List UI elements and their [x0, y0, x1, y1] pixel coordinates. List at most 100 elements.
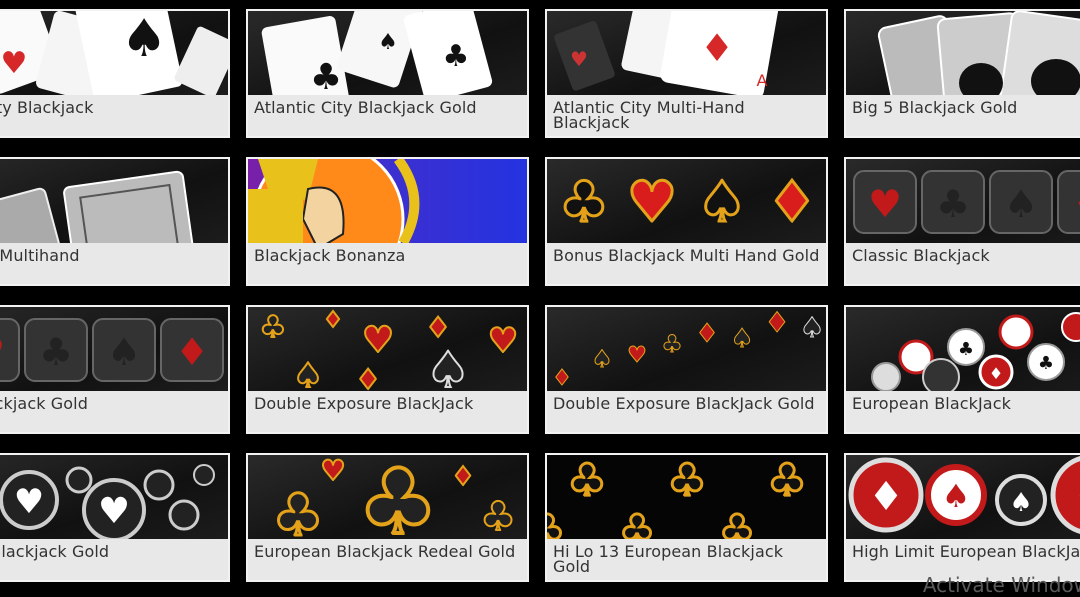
- game-tile[interactable]: Big 5 Blackjack Gold: [844, 9, 1080, 138]
- game-tile[interactable]: ♣ ♠ ♣ Atlantic City Blackjack Gold: [246, 9, 529, 138]
- game-title[interactable]: Classic Blackjack: [852, 248, 1080, 264]
- svg-text:♣: ♣: [310, 57, 342, 95]
- svg-text:♦: ♦: [989, 364, 1003, 383]
- game-title[interactable]: Double Exposure BlackJack: [254, 396, 523, 412]
- game-tile[interactable]: ♣ ♣ ♦ European BlackJack: [844, 305, 1080, 434]
- svg-text:♥: ♥: [362, 320, 394, 361]
- game-tile[interactable]: ♥ ♣ ♠ ♦ Classic Blackjack: [844, 157, 1080, 286]
- svg-text:♣: ♣: [39, 330, 73, 374]
- svg-text:♠: ♠: [121, 11, 168, 69]
- svg-text:♦: ♦: [323, 308, 343, 333]
- svg-text:♠: ♠: [107, 330, 141, 374]
- game-title[interactable]: Bonus Blackjack Multi Hand Gold: [553, 248, 822, 264]
- game-title[interactable]: Hi Lo 13 European Blackjack Gold: [553, 544, 822, 575]
- game-tile[interactable]: ♦ ♠ ♠ ♦ High Limit European BlackJack: [844, 453, 1080, 582]
- svg-text:♦: ♦: [1072, 182, 1080, 226]
- game-tile[interactable]: ♥ ♥ ean Blackjack Gold: [0, 453, 230, 582]
- svg-text:♥: ♥: [570, 47, 588, 71]
- svg-text:♠: ♠: [591, 345, 613, 373]
- svg-text:♠: ♠: [730, 324, 753, 354]
- game-tile[interactable]: ack - Multihand: [0, 157, 230, 286]
- game-title[interactable]: ack - Multihand: [0, 248, 224, 264]
- game-thumbnail: ♣ ♥ ♠ ♦: [547, 159, 826, 243]
- game-thumbnail: ♥ ♥: [0, 455, 228, 539]
- svg-text:♥: ♥: [320, 455, 345, 487]
- svg-text:♣: ♣: [661, 330, 683, 358]
- svg-text:A: A: [757, 71, 768, 90]
- svg-text:♥: ♥: [14, 482, 44, 522]
- svg-text:♦: ♦: [355, 363, 380, 391]
- game-title[interactable]: High Limit European BlackJack: [852, 544, 1080, 560]
- svg-text:♥: ♥: [1, 46, 28, 81]
- svg-text:♦: ♦: [868, 474, 904, 520]
- game-tile[interactable]: ♥ ♦ A Atlantic City Multi-Hand Blackjack: [545, 9, 828, 138]
- svg-text:♣: ♣: [619, 507, 655, 539]
- game-thumbnail: ♥ ♣ ♠ ♦: [0, 307, 228, 391]
- game-title[interactable]: tic City Blackjack: [0, 100, 224, 116]
- svg-text:♦: ♦: [695, 319, 718, 349]
- game-thumbnail: [248, 159, 527, 243]
- game-tile[interactable]: Blackjack Bonanza: [246, 157, 529, 286]
- game-tile[interactable]: ♥ ♠ tic City Blackjack: [0, 9, 230, 138]
- svg-text:♠: ♠: [799, 311, 824, 344]
- game-title[interactable]: ean Blackjack Gold: [0, 544, 224, 560]
- svg-text:♠: ♠: [378, 30, 398, 55]
- game-title[interactable]: European Blackjack Redeal Gold: [254, 544, 523, 560]
- svg-text:♦: ♦: [175, 330, 209, 374]
- svg-text:♦: ♦: [1073, 474, 1080, 520]
- game-thumbnail: ♣ ♥ ♣ ♦ ♣: [248, 455, 527, 539]
- game-title[interactable]: Blackjack Bonanza: [254, 248, 523, 264]
- svg-text:♥: ♥: [868, 182, 902, 226]
- svg-text:♣: ♣: [767, 455, 806, 506]
- game-grid: ♥ ♠ tic City Blackjack ♣ ♠ ♣ Atlantic Ci…: [0, 0, 1080, 591]
- svg-text:♥: ♥: [627, 170, 677, 235]
- svg-text:♣: ♣: [480, 494, 516, 539]
- svg-text:♣: ♣: [272, 481, 324, 539]
- game-thumbnail: ♣ ♦ ♥ ♦ ♠ ♥ ♠ ♦: [248, 307, 527, 391]
- svg-text:♣: ♣: [667, 455, 706, 506]
- svg-text:♣: ♣: [358, 455, 439, 539]
- svg-text:♦: ♦: [700, 26, 734, 70]
- game-tile[interactable]: ♥ ♣ ♠ ♦ c Blackjack Gold: [0, 305, 230, 434]
- svg-text:♦: ♦: [451, 462, 474, 492]
- svg-text:♣: ♣: [559, 170, 609, 235]
- game-title[interactable]: c Blackjack Gold: [0, 396, 224, 412]
- game-thumbnail: ♥ ♦ A: [547, 11, 826, 95]
- svg-text:♥: ♥: [98, 491, 130, 532]
- svg-text:♠: ♠: [697, 170, 747, 235]
- game-title[interactable]: Big 5 Blackjack Gold: [852, 100, 1080, 116]
- game-tile[interactable]: ♣ ♣ ♣ ♣ ♣ ♣ Hi Lo 13 European Blackjack …: [545, 453, 828, 582]
- svg-text:♠: ♠: [942, 477, 971, 515]
- game-thumbnail: ♦ ♠ ♠ ♦: [846, 455, 1080, 539]
- svg-text:♦: ♦: [425, 311, 450, 344]
- svg-text:♣: ♣: [719, 507, 755, 539]
- game-title[interactable]: Atlantic City Multi-Hand Blackjack: [553, 100, 822, 131]
- game-thumbnail: ♥ ♣ ♠ ♦: [846, 159, 1080, 243]
- game-thumbnail: [846, 11, 1080, 95]
- game-tile[interactable]: ♣ ♥ ♠ ♦ Bonus Blackjack Multi Hand Gold: [545, 157, 828, 286]
- game-title[interactable]: European BlackJack: [852, 396, 1080, 412]
- game-thumbnail: ♣ ♣ ♦: [846, 307, 1080, 391]
- svg-text:♠: ♠: [1009, 488, 1032, 518]
- game-title[interactable]: Atlantic City Blackjack Gold: [254, 100, 523, 116]
- svg-text:♣: ♣: [936, 182, 970, 226]
- svg-text:♥: ♥: [488, 321, 518, 361]
- svg-text:♣: ♣: [1038, 353, 1054, 374]
- svg-text:♠: ♠: [426, 341, 471, 391]
- game-tile[interactable]: ♣ ♦ ♥ ♦ ♠ ♥ ♠ ♦ Double Exposure BlackJac…: [246, 305, 529, 434]
- game-thumbnail: ♣ ♠ ♣: [248, 11, 527, 95]
- svg-text:♦: ♦: [552, 366, 572, 391]
- svg-text:♥: ♥: [0, 330, 5, 374]
- game-thumbnail: ♥ ♠: [0, 11, 228, 95]
- svg-text:♦: ♦: [764, 307, 789, 339]
- svg-text:♠: ♠: [1004, 182, 1038, 226]
- game-title[interactable]: Double Exposure BlackJack Gold: [553, 396, 822, 412]
- game-tile[interactable]: ♦ ♠ ♥ ♣ ♦ ♠ ♦ ♠ Double Exposure BlackJac…: [545, 305, 828, 434]
- svg-text:♣: ♣: [260, 310, 287, 345]
- svg-text:♣: ♣: [547, 507, 565, 539]
- game-tile[interactable]: ♣ ♥ ♣ ♦ ♣ European Blackjack Redeal Gold: [246, 453, 529, 582]
- svg-text:♣: ♣: [443, 39, 470, 74]
- svg-text:♥: ♥: [627, 343, 647, 368]
- game-thumbnail: [0, 159, 228, 243]
- svg-text:♣: ♣: [958, 339, 974, 360]
